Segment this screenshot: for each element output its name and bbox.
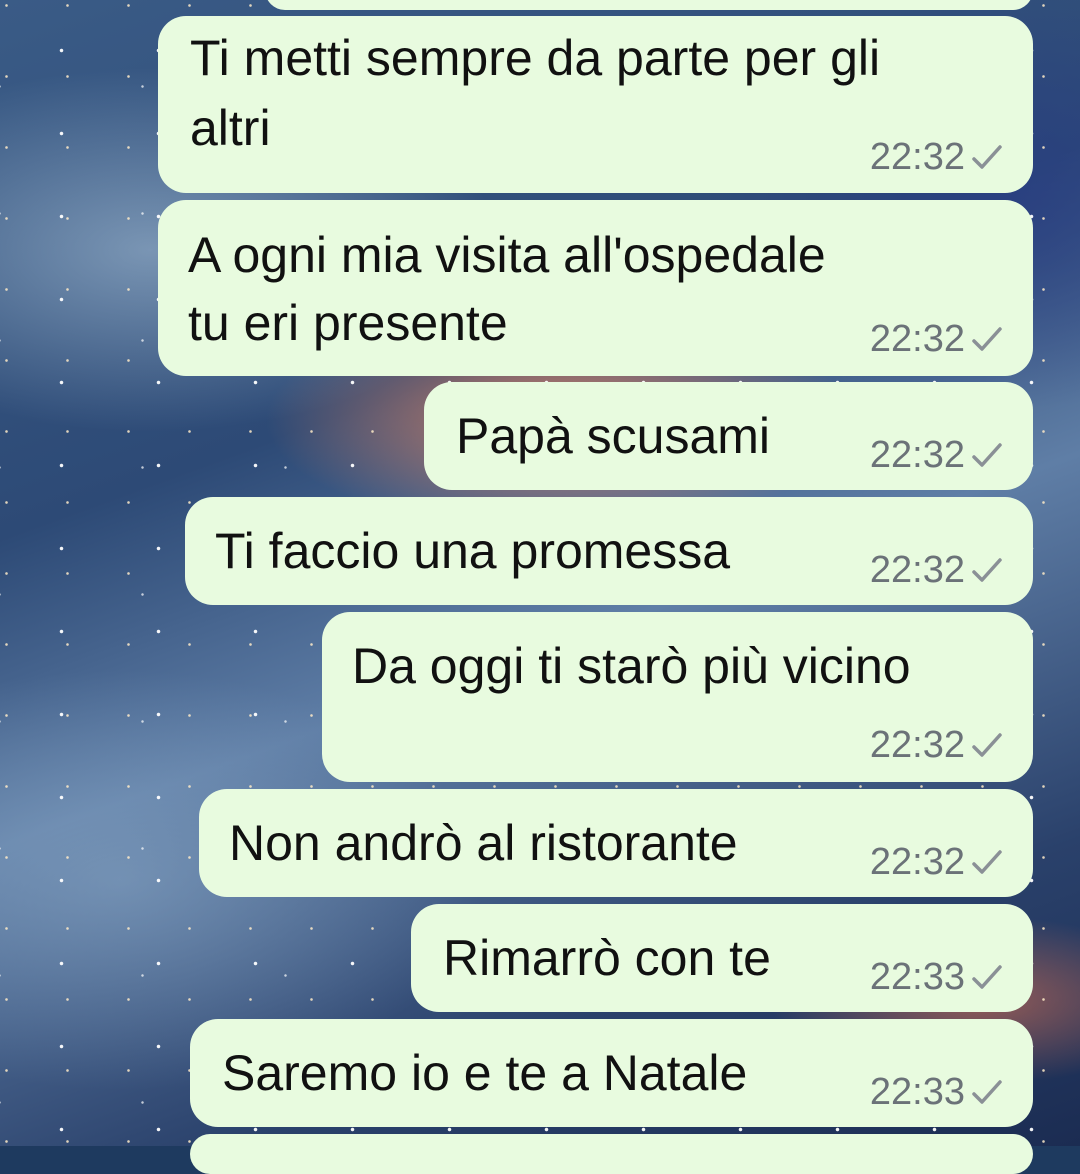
check-icon <box>971 441 1003 471</box>
message-time: 22:33 <box>869 1071 965 1113</box>
message-text-line: Papà scusami <box>456 408 771 464</box>
message-list[interactable]: Ti metti sempre da parte per gli altri 2… <box>0 0 1080 1174</box>
message-time: 22:33 <box>869 956 965 998</box>
message-meta: 22:32 <box>870 549 1003 592</box>
message-text-line: altri <box>190 100 271 156</box>
message-bubble[interactable]: Ti metti sempre da parte per gli altri 2… <box>158 16 1033 193</box>
message-meta: 22:32 <box>870 318 1003 361</box>
message-text-line: Ti faccio una promessa <box>215 523 731 579</box>
message-meta: 22:32 <box>870 841 1003 884</box>
message-meta: 22:33 <box>870 956 1003 999</box>
message-time: 22:32 <box>869 841 965 883</box>
message-bubble[interactable] <box>265 0 1033 10</box>
message-bubble[interactable]: Papà scusami 22:32 <box>424 382 1033 490</box>
message-bubble[interactable]: Ti faccio una promessa 22:32 <box>185 497 1033 605</box>
check-icon <box>971 325 1003 355</box>
check-icon <box>971 143 1003 173</box>
message-text-line: Non andrò al ristorante <box>229 815 738 871</box>
check-icon <box>971 556 1003 586</box>
check-icon <box>971 731 1003 761</box>
message-bubble[interactable]: A ogni mia visita all'ospedale tu eri pr… <box>158 200 1033 376</box>
message-text-line: A ogni mia visita all'ospedale <box>188 227 826 283</box>
message-text-line: Ti metti sempre da parte per gli <box>190 30 881 86</box>
message-meta: 22:32 <box>870 434 1003 477</box>
message-text-line: Da oggi ti starò più vicino <box>352 638 911 694</box>
message-text-line: Saremo io e te a Natale <box>222 1045 748 1101</box>
message-text-line: Rimarrò con te <box>443 930 771 986</box>
check-icon <box>971 963 1003 993</box>
message-meta: 22:32 <box>870 724 1003 767</box>
message-meta: 22:33 <box>870 1071 1003 1114</box>
message-time: 22:32 <box>869 434 965 476</box>
message-bubble[interactable]: Da oggi ti starò più vicino 22:32 <box>322 612 1033 782</box>
message-time: 22:32 <box>869 549 965 591</box>
message-bubble[interactable]: Saremo io e te a Natale 22:33 <box>190 1019 1033 1127</box>
message-bubble[interactable] <box>190 1134 1033 1174</box>
message-time: 22:32 <box>869 318 965 360</box>
message-text-line: tu eri presente <box>188 295 508 351</box>
check-icon <box>971 1078 1003 1108</box>
message-bubble[interactable]: Rimarrò con te 22:33 <box>411 904 1033 1012</box>
message-bubble[interactable]: Non andrò al ristorante 22:32 <box>199 789 1033 897</box>
message-meta: 22:32 <box>870 136 1003 179</box>
message-time: 22:32 <box>869 136 965 178</box>
message-time: 22:32 <box>869 724 965 766</box>
check-icon <box>971 848 1003 878</box>
